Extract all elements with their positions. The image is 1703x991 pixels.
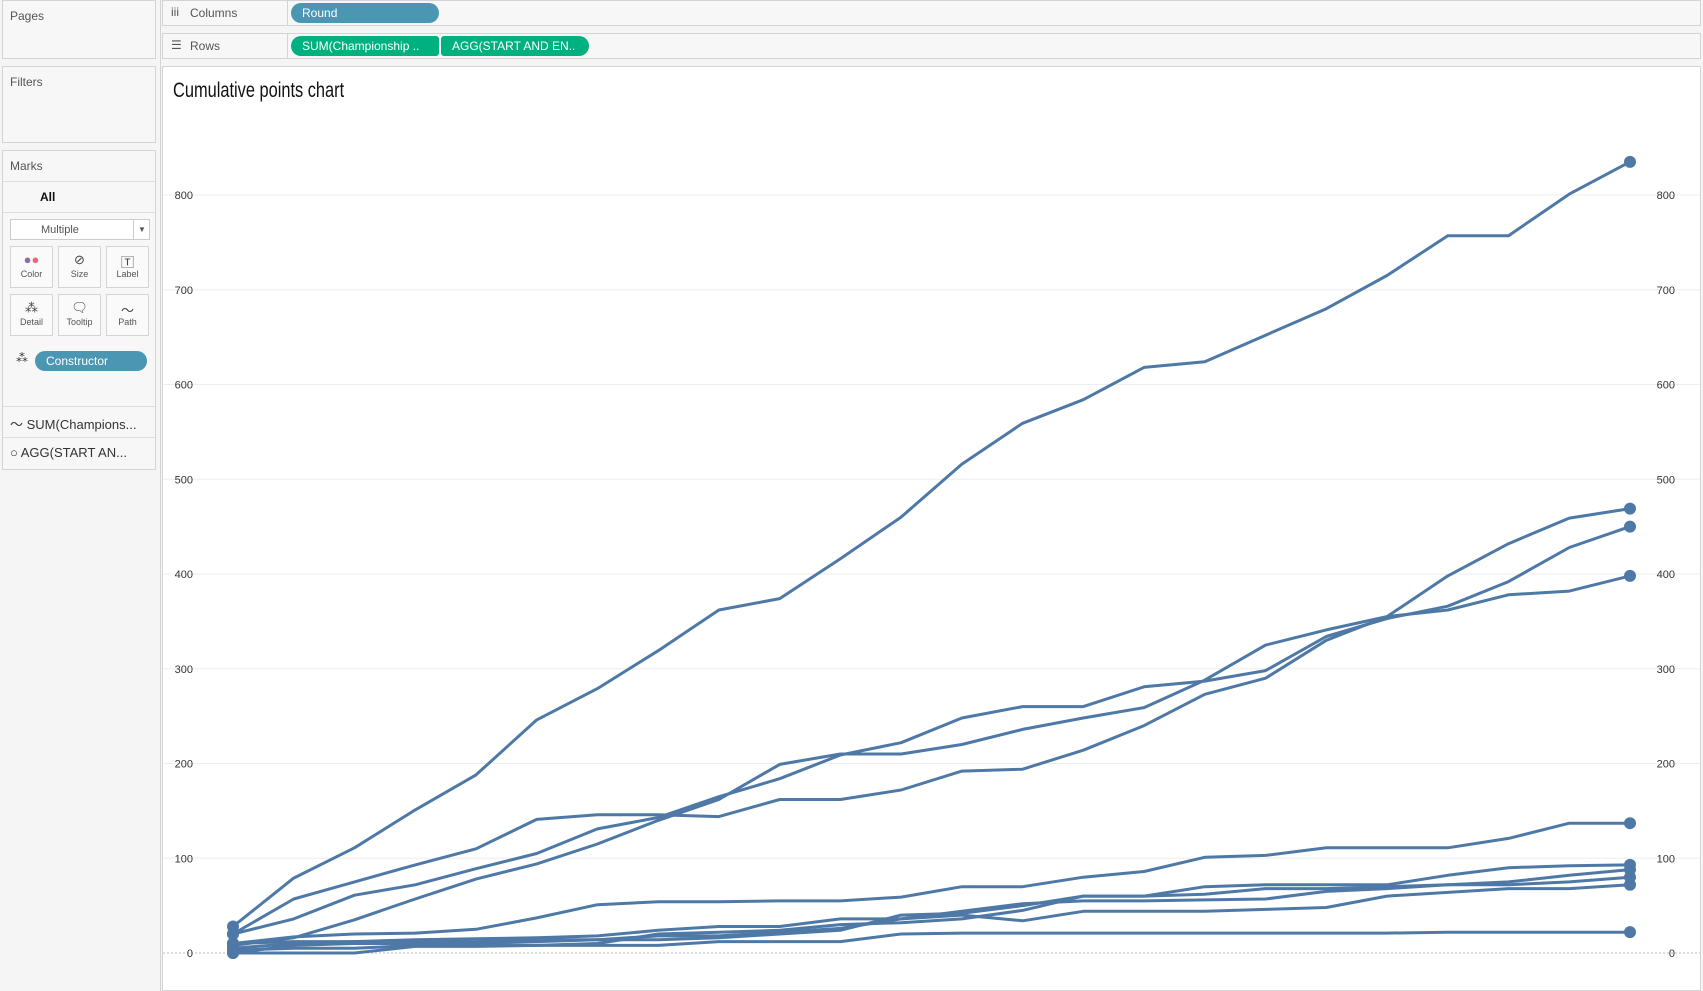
panel-divider (160, 0, 161, 991)
series-line (232, 507, 1631, 936)
tooltip-icon: 🗨 (71, 300, 88, 315)
y-tick-label-left: 600 (175, 380, 193, 392)
size-icon: ⊘ (74, 252, 85, 267)
marks-card: Marks All Multiple ▼ ●● Color ⊘ Size 🅃 Labe… (2, 150, 156, 470)
columns-label: Columns (190, 6, 238, 20)
y-tick-label-right: 100 (1657, 853, 1675, 865)
constructor-pill[interactable]: Constructor (35, 351, 147, 371)
columns-shelf[interactable]: iii Columns Round (162, 0, 1701, 26)
sum-championship-pill[interactable]: SUM(Championship .. (291, 36, 439, 56)
chevron-down-icon: ▼ (133, 220, 149, 239)
pages-card[interactable]: Pages (2, 0, 156, 59)
filters-label: Filters (10, 75, 43, 89)
detail-icon: ⁂ (25, 300, 38, 315)
y-tick-label-right: 500 (1657, 474, 1675, 486)
end-point (1624, 817, 1636, 830)
line-icon: 〜 (10, 417, 27, 432)
series-line (232, 821, 1630, 945)
end-point (1624, 926, 1636, 939)
y-tick-label-left: 0 (187, 948, 193, 960)
end-point (1624, 155, 1636, 168)
agg-start-end-pill[interactable]: AGG(START AND EN.. (441, 36, 589, 56)
mark-type-value: Multiple (41, 224, 79, 236)
end-point (1624, 878, 1636, 891)
rows-icon: ☰ (171, 38, 182, 52)
y-tick-label-right: 300 (1657, 664, 1675, 676)
path-button[interactable]: 〜 Path (106, 294, 149, 336)
y-tick-label-left: 500 (175, 474, 193, 486)
label-button[interactable]: 🅃 Label (106, 246, 149, 288)
rows-label: Rows (190, 39, 221, 53)
marks-all-tab[interactable]: All (3, 181, 155, 213)
circle-icon: ○ (10, 445, 21, 460)
measure-sum-championship[interactable]: 〜 SUM(Champions... (3, 406, 155, 437)
start-point (227, 947, 239, 959)
color-icon: ●● (23, 252, 40, 267)
y-tick-label-left: 100 (175, 853, 193, 865)
y-tick-label-left: 800 (175, 190, 193, 202)
detail-icon: ⁂ (16, 351, 28, 365)
end-point (1624, 502, 1636, 515)
series-line (232, 160, 1631, 928)
rows-shelf[interactable]: ☰ Rows SUM(Championship .. AGG(START AND … (162, 33, 1701, 59)
y-tick-label-right: 400 (1657, 569, 1675, 581)
mark-type-dropdown[interactable]: Multiple ▼ (10, 219, 150, 240)
y-tick-label-left: 400 (175, 569, 193, 581)
chart-pane: Cumulative points chart 0 0 100 100 200 200 30… (162, 66, 1701, 991)
pages-label: Pages (10, 9, 45, 23)
measure-agg-start-end[interactable]: ○ AGG(START AN... (3, 437, 155, 469)
y-tick-label-right: 200 (1657, 759, 1675, 771)
end-point (1624, 569, 1636, 582)
line-chart: 0 0 100 100 200 200 300 300 400 400 500 500 600 600 70… (163, 155, 1700, 960)
detail-button[interactable]: ⁂ Detail (10, 294, 53, 336)
series-line (232, 868, 1631, 950)
y-tick-label-right: 700 (1657, 285, 1675, 297)
y-tick-label-left: 700 (175, 285, 193, 297)
filters-card[interactable]: Filters (2, 66, 156, 143)
series-line (232, 574, 1631, 947)
label-icon: 🅃 (120, 255, 134, 270)
marks-label: Marks (10, 159, 43, 173)
y-tick-label-right: 0 (1669, 948, 1675, 960)
y-tick-label-left: 200 (175, 759, 193, 771)
size-button[interactable]: ⊘ Size (58, 246, 101, 288)
y-tick-label-right: 600 (1657, 380, 1675, 392)
end-point (1624, 520, 1636, 533)
tooltip-button[interactable]: 🗨 Tooltip (58, 294, 101, 336)
color-button[interactable]: ●● Color (10, 246, 53, 288)
y-tick-label-left: 300 (175, 664, 193, 676)
series-line (232, 525, 1631, 936)
columns-icon: iii (171, 5, 179, 19)
path-icon: 〜 (120, 303, 134, 318)
round-pill[interactable]: Round (291, 3, 439, 23)
y-tick-label-right: 800 (1657, 190, 1675, 202)
